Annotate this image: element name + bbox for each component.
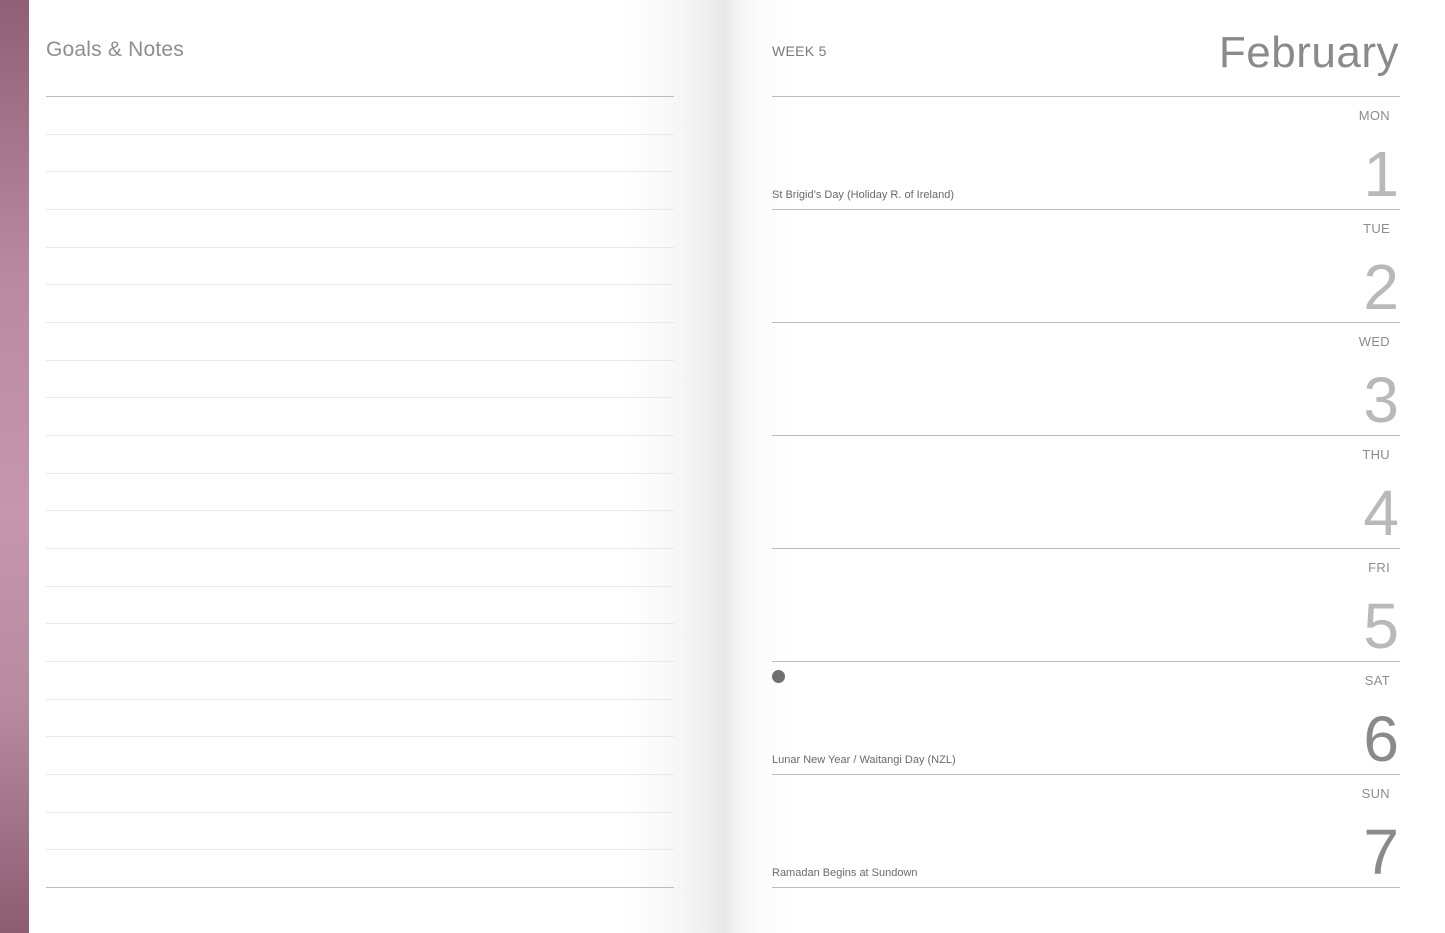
note-line[interactable]: [46, 472, 674, 474]
note-line[interactable]: [46, 284, 674, 286]
day-name-tue: TUE: [1363, 221, 1390, 236]
note-line[interactable]: [46, 133, 674, 135]
note-line[interactable]: [46, 887, 674, 888]
new-moon-icon: [772, 670, 785, 683]
cover-edge: [0, 0, 29, 933]
day-number-6: 6: [1363, 703, 1399, 775]
day-name-thu: THU: [1362, 447, 1390, 462]
day-number-2: 2: [1363, 251, 1399, 323]
day-number-4: 4: [1363, 477, 1399, 549]
left-page: [29, 0, 723, 933]
day-name-mon: MON: [1358, 108, 1390, 123]
note-line[interactable]: [46, 698, 674, 700]
day-number-1: 1: [1363, 138, 1399, 210]
note-line[interactable]: [46, 171, 674, 173]
note-line[interactable]: [46, 246, 674, 248]
note-line[interactable]: [46, 322, 674, 323]
day-name-sun: SUN: [1361, 786, 1390, 801]
note-line[interactable]: [46, 585, 674, 587]
event-day-1[interactable]: St Brigid’s Day (Holiday R. of Ireland): [772, 189, 954, 201]
header-rule: [772, 96, 1400, 97]
note-line[interactable]: [46, 623, 674, 625]
notes-title: Goals & Notes: [46, 38, 184, 61]
note-line[interactable]: [46, 510, 674, 512]
note-line[interactable]: [46, 849, 674, 851]
month-title: February: [1218, 28, 1399, 77]
note-line[interactable]: [46, 661, 674, 662]
event-day-7[interactable]: Ramadan Begins at Sundown: [772, 867, 918, 879]
note-line[interactable]: [46, 359, 674, 361]
day-name-fri: FRI: [1368, 560, 1390, 575]
event-day-6[interactable]: Lunar New Year / Waitangi Day (NZL): [772, 754, 956, 766]
note-line[interactable]: [46, 774, 674, 775]
note-line[interactable]: [46, 548, 674, 549]
day-rule: [772, 661, 1400, 662]
day-name-wed: WED: [1358, 334, 1390, 349]
right-page: [723, 0, 1445, 933]
week-label: WEEK 5: [772, 43, 827, 59]
day-number-3: 3: [1363, 364, 1399, 436]
day-number-7: 7: [1363, 816, 1399, 888]
note-line[interactable]: [46, 811, 674, 813]
day-rule: [772, 548, 1400, 549]
note-line[interactable]: [46, 736, 674, 738]
note-line[interactable]: [46, 96, 674, 97]
day-number-5: 5: [1363, 590, 1399, 662]
day-rule: [772, 435, 1400, 436]
note-line[interactable]: [46, 209, 674, 210]
day-name-sat: SAT: [1364, 673, 1390, 688]
note-line[interactable]: [46, 435, 674, 436]
day-rule: [772, 887, 1400, 888]
note-line[interactable]: [46, 397, 674, 399]
day-rule: [772, 209, 1400, 210]
day-rule: [772, 774, 1400, 775]
day-rule: [772, 322, 1400, 323]
